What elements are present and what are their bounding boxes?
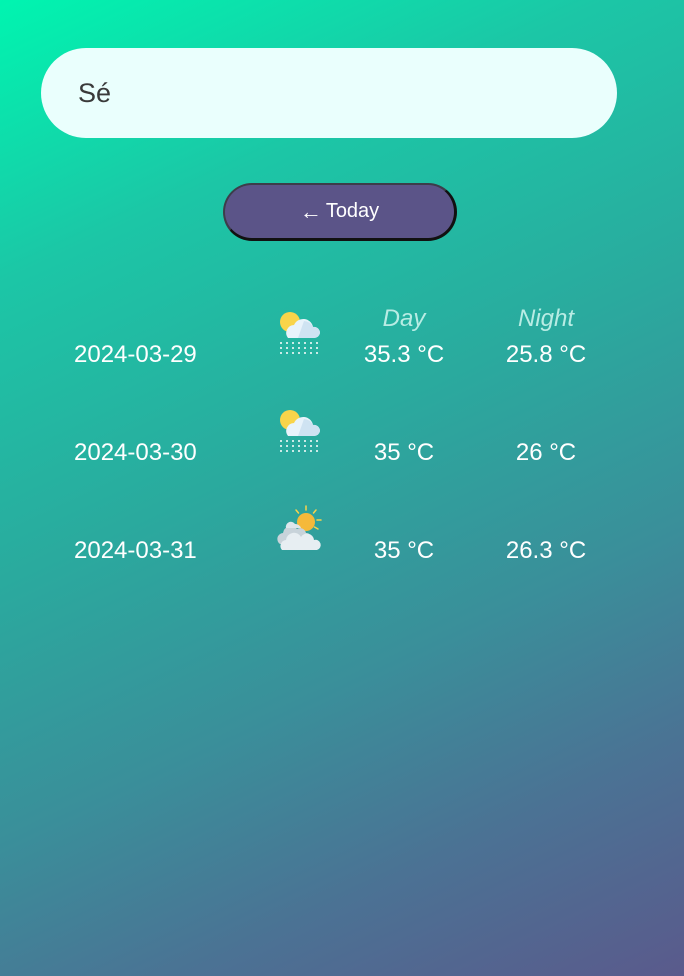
day-column-header: Day: [382, 305, 426, 332]
night-temperature: 26.3 °C: [505, 537, 587, 564]
day-temperature: 35 °C: [373, 439, 435, 466]
night-temperature: 26 °C: [515, 439, 577, 466]
partly-sunny-cloudy-icon: [277, 505, 322, 550]
back-arrow-icon: ←: [299, 198, 322, 224]
partly-cloudy-rain-icon: [280, 410, 321, 452]
day-temperature: 35 °C: [373, 537, 435, 564]
today-button-label: Today: [325, 200, 380, 222]
city-search-input[interactable]: [78, 77, 578, 109]
night-column-header: Night: [517, 305, 575, 332]
night-temperature: 25.8 °C: [505, 341, 587, 368]
partly-cloudy-rain-icon: [280, 312, 321, 354]
forecast-date: 2024-03-29: [74, 341, 197, 368]
today-button[interactable]: ← Today: [223, 183, 457, 241]
forecast-date: 2024-03-30: [74, 439, 197, 466]
day-temperature: 35.3 °C: [363, 341, 445, 368]
forecast-date: 2024-03-31: [74, 537, 197, 564]
search-box[interactable]: [41, 48, 617, 138]
